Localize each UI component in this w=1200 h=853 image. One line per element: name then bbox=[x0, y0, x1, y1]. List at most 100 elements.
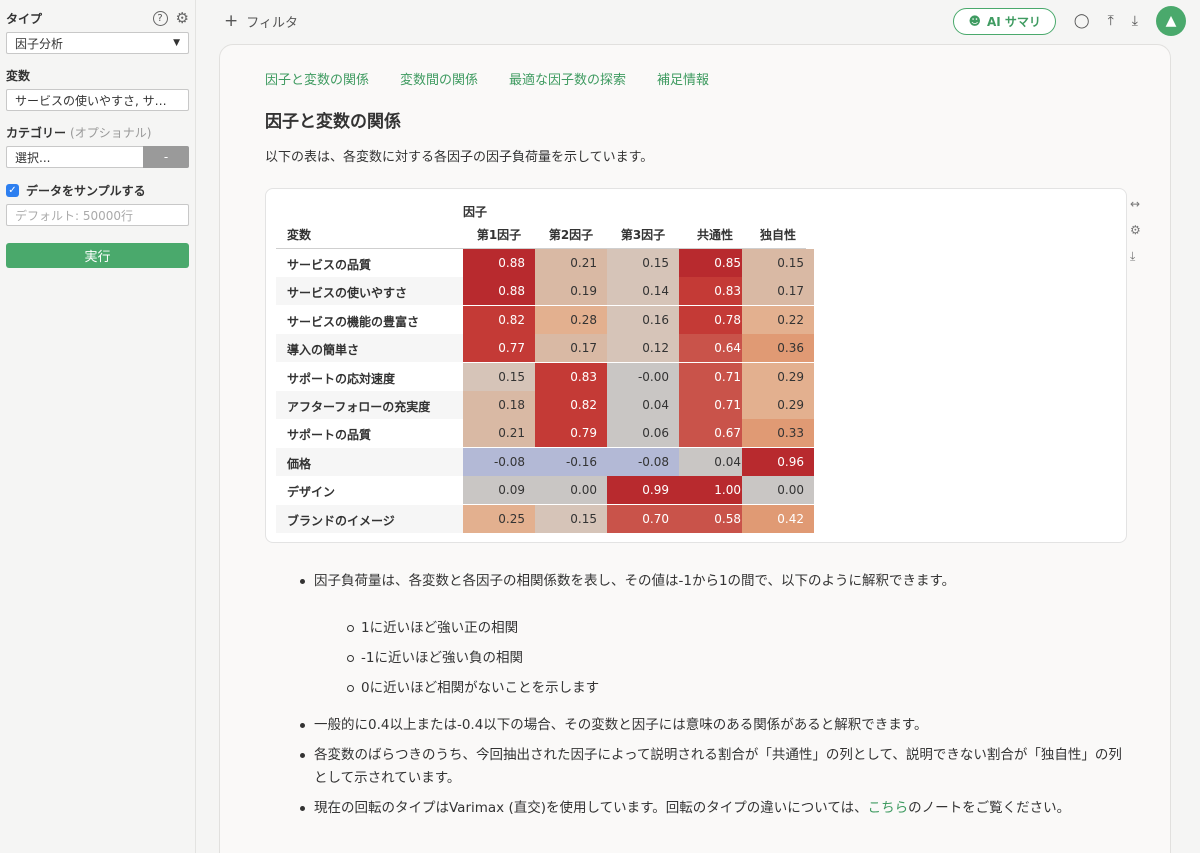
table-row: 価格 -0.08 -0.16 -0.08 0.04 0.96 bbox=[276, 447, 814, 476]
filter-label: フィルタ bbox=[246, 15, 298, 31]
row-label: ブランドのイメージ bbox=[287, 513, 395, 528]
row-label: 導入の簡単さ bbox=[287, 343, 360, 358]
table-row: サービスの機能の豊富さ 0.82 0.28 0.16 0.78 0.22 bbox=[276, 305, 814, 334]
main-card: 因子と変数の関係 変数間の関係 最適な因子数の探索 補足情報 因子と変数の関係 … bbox=[219, 44, 1171, 853]
column-header-communality: 共通性 bbox=[696, 228, 733, 242]
table-cell: 0.88 bbox=[463, 277, 535, 306]
table-cell: 0.04 bbox=[607, 391, 679, 419]
table-cell: 0.96 bbox=[742, 447, 814, 476]
loadings-table: 因子 変数 第1因子 第2因子 第3因子 共通性 独自性 サービスの品質 0.88… bbox=[265, 188, 1127, 543]
category-clear-button[interactable]: - bbox=[143, 146, 189, 168]
row-label: サービスの機能の豊富さ bbox=[287, 314, 420, 329]
sidebar: タイプ ? ⚙ 因子分析 ▼ 変数 サービスの使いやすさ, サ… カテゴリー (オ… bbox=[0, 0, 196, 853]
table-cell: 0.85 bbox=[679, 249, 751, 277]
list-item-text: のノートをご覧ください。 bbox=[908, 800, 1071, 816]
table-cell: -0.08 bbox=[607, 447, 679, 476]
table-row: デザイン 0.09 0.00 0.99 1.00 0.00 bbox=[276, 476, 814, 505]
table-cell: 0.25 bbox=[463, 504, 535, 533]
category-select-row: 選択... - bbox=[6, 146, 189, 168]
table-cell: 0.00 bbox=[742, 476, 814, 505]
table-cell: 0.78 bbox=[679, 305, 751, 334]
table-cell: 0.18 bbox=[463, 391, 535, 419]
table-cell: -0.16 bbox=[535, 447, 607, 476]
run-button[interactable]: 実行 bbox=[6, 243, 189, 268]
tab-factor-variable[interactable]: 因子と変数の関係 bbox=[265, 69, 369, 88]
column-header-factor1: 第1因子 bbox=[476, 228, 522, 242]
gear-icon[interactable]: ⚙ bbox=[1130, 223, 1141, 237]
tab-variable-relations[interactable]: 変数間の関係 bbox=[400, 69, 478, 88]
table-cell: 0.00 bbox=[535, 476, 607, 505]
table-row: ブランドのイメージ 0.25 0.15 0.70 0.58 0.42 bbox=[276, 504, 814, 533]
section-description: 以下の表は、各変数に対する各因子の因子負荷量を示しています。 bbox=[265, 150, 654, 165]
row-label: サービスの使いやすさ bbox=[287, 286, 408, 301]
section-tabs: 因子と変数の関係 変数間の関係 最適な因子数の探索 補足情報 bbox=[265, 69, 709, 88]
type-select[interactable]: 因子分析 ▼ bbox=[6, 32, 189, 54]
table-cell: 0.15 bbox=[607, 249, 679, 277]
tab-optimal-factors[interactable]: 最適な因子数の探索 bbox=[509, 69, 626, 88]
filter-button[interactable]: + フィルタ bbox=[224, 11, 298, 31]
table-cell: 0.04 bbox=[679, 447, 751, 476]
robot-icon: ☻ bbox=[968, 14, 981, 28]
category-optional-text: (オプショナル) bbox=[70, 126, 152, 140]
table-cell: 0.79 bbox=[535, 419, 607, 448]
sample-checkbox[interactable]: ✓ bbox=[6, 184, 19, 197]
table-cell: 0.17 bbox=[742, 277, 814, 306]
list-item: 1に近いほど強い正の相関 bbox=[347, 617, 1134, 640]
download-icon[interactable]: ⤓ bbox=[1130, 249, 1141, 264]
table-cell: 0.71 bbox=[679, 391, 751, 419]
column-header-factor2: 第2因子 bbox=[548, 228, 594, 242]
table-cell: 0.09 bbox=[463, 476, 535, 505]
table-cell: 0.82 bbox=[535, 391, 607, 419]
ai-summary-label: AI サマリ bbox=[986, 14, 1041, 29]
variable-column-header: 変数 bbox=[287, 228, 312, 242]
table-cell: 0.17 bbox=[535, 334, 607, 363]
table-cell: 0.83 bbox=[679, 277, 751, 306]
download-icon[interactable]: ⤓ bbox=[1132, 13, 1138, 29]
table-row: サービスの使いやすさ 0.88 0.19 0.14 0.83 0.17 bbox=[276, 277, 814, 306]
table-cell: 0.64 bbox=[679, 334, 751, 363]
table-cell: 0.77 bbox=[463, 334, 535, 363]
list-item: 各変数のばらつきのうち、今回抽出された因子によって説明される割合が「共通性」の列… bbox=[300, 744, 1134, 790]
factor-group-header: 因子 bbox=[463, 205, 488, 219]
table-cell: -0.08 bbox=[463, 447, 535, 476]
table-cell: 0.14 bbox=[607, 277, 679, 306]
table-cell: 0.70 bbox=[607, 504, 679, 533]
table-cell: -0.00 bbox=[607, 362, 679, 391]
row-label: サービスの品質 bbox=[287, 258, 372, 272]
notes-link[interactable]: こちら bbox=[868, 800, 909, 816]
upload-icon[interactable]: ⤒ bbox=[1108, 13, 1114, 29]
table-cell: 0.58 bbox=[679, 504, 751, 533]
type-label: タイプ bbox=[6, 12, 43, 26]
type-header: タイプ ? ⚙ bbox=[6, 10, 189, 27]
table-cell: 1.00 bbox=[679, 476, 751, 505]
table-cell: 0.21 bbox=[463, 419, 535, 448]
table-cell: 0.88 bbox=[463, 249, 535, 277]
category-header: カテゴリー (オプショナル) bbox=[6, 124, 189, 141]
topbar: + フィルタ ☻ AI サマリ ◯ ⤒ ⤓ ▲ bbox=[196, 0, 1200, 42]
chevron-down-icon: ▼ bbox=[173, 38, 180, 48]
table-cell: 0.12 bbox=[607, 334, 679, 363]
table-cell: 0.29 bbox=[742, 362, 814, 391]
sample-checkbox-row[interactable]: ✓ データをサンプルする bbox=[6, 182, 189, 199]
list-item: 現在の回転のタイプはVarimax (直交)を使用しています。回転のタイプの違い… bbox=[300, 797, 1134, 820]
table-cell: 0.29 bbox=[742, 391, 814, 419]
table-tools: ↔ ⚙ ⤓ bbox=[1130, 197, 1141, 264]
table-cell: 0.42 bbox=[742, 504, 814, 533]
table-row: 導入の簡単さ 0.77 0.17 0.12 0.64 0.36 bbox=[276, 334, 814, 363]
pin-icon[interactable]: ▲ bbox=[1156, 6, 1186, 36]
explanation-list: 因子負荷量は、各変数と各因子の相関係数を表し、その値は-1から1の間で、以下のよ… bbox=[300, 570, 1134, 820]
gear-icon[interactable]: ⚙ bbox=[176, 11, 189, 26]
tab-supplementary[interactable]: 補足情報 bbox=[657, 69, 709, 88]
help-icon[interactable]: ? bbox=[152, 11, 168, 26]
vars-input[interactable]: サービスの使いやすさ, サ… bbox=[6, 89, 189, 111]
vars-label: 変数 bbox=[6, 69, 31, 83]
comment-icon[interactable]: ◯ bbox=[1074, 13, 1090, 29]
table-cell: 0.15 bbox=[535, 504, 607, 533]
row-label: アフターフォローの充実度 bbox=[287, 400, 431, 414]
sample-size-input[interactable]: デフォルト: 50000行 bbox=[6, 204, 189, 226]
category-select[interactable]: 選択... bbox=[6, 146, 143, 168]
expand-icon[interactable]: ↔ bbox=[1130, 197, 1141, 211]
table-cell: 0.67 bbox=[679, 419, 751, 448]
table-row: サポートの品質 0.21 0.79 0.06 0.67 0.33 bbox=[276, 419, 814, 448]
ai-summary-button[interactable]: ☻ AI サマリ bbox=[953, 7, 1056, 35]
